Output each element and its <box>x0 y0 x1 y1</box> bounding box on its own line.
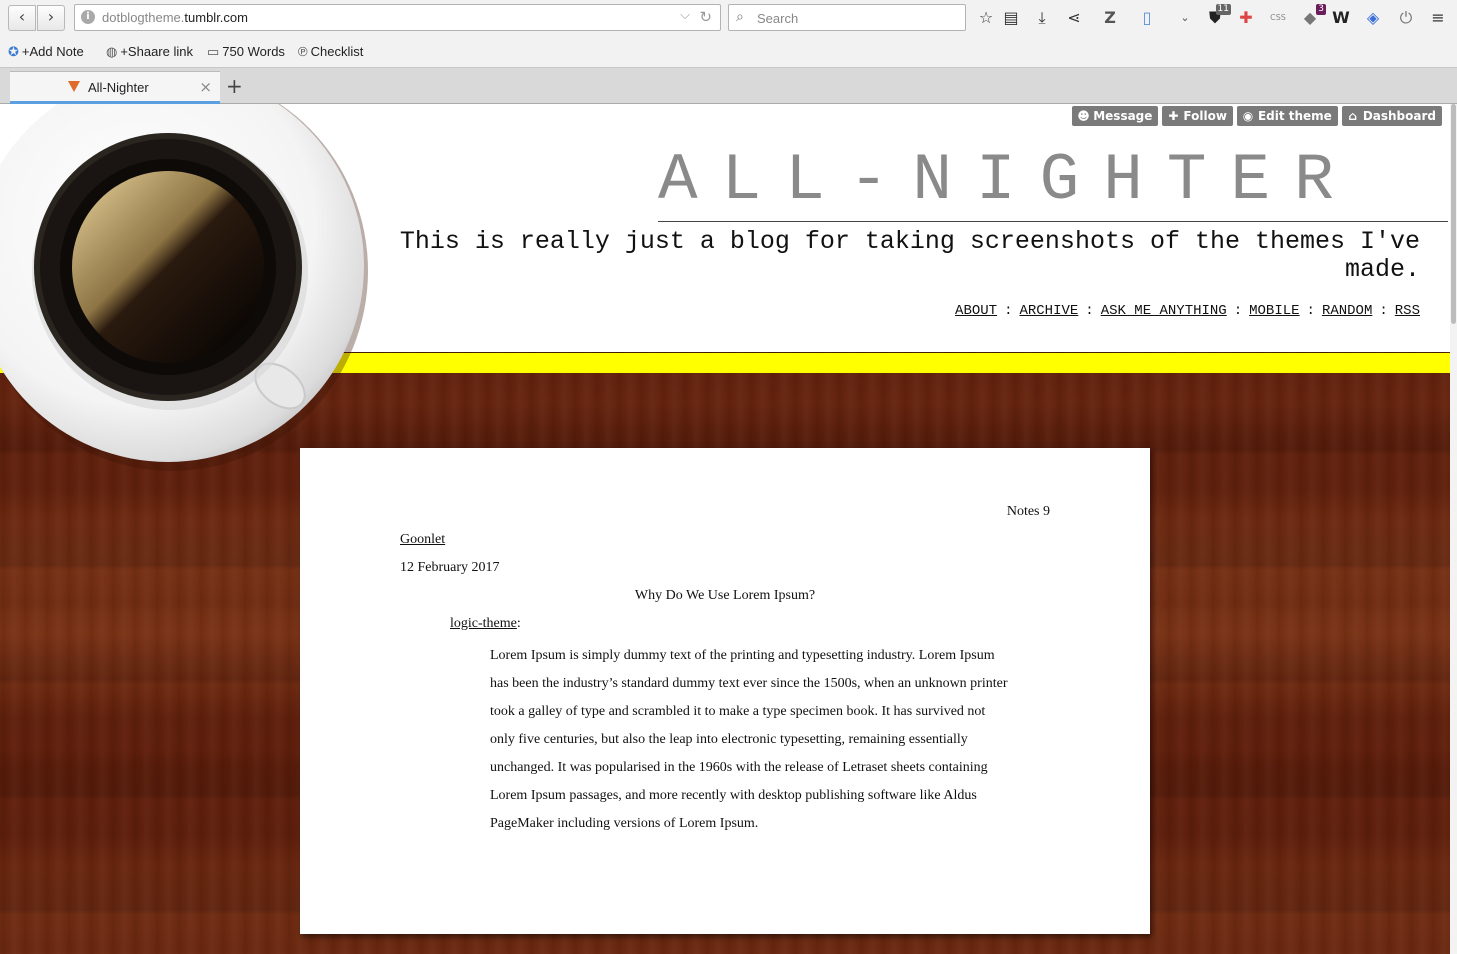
coffee-cup-image <box>0 104 368 471</box>
nav-separator: : <box>1233 303 1243 319</box>
nav-separator: : <box>1004 303 1013 319</box>
tab-title: All-Nighter <box>88 80 149 95</box>
bookmark-add-note[interactable]: ✪ +Add Note <box>8 44 84 60</box>
page-viewport: ☻ Message ✚ Follow ◉ Edit theme ⌂ Dashboard … <box>0 104 1450 954</box>
wordpress-icon[interactable]: W <box>1331 8 1351 28</box>
pinboard-icon: ℗ <box>298 44 308 59</box>
post-notes: Notes 9 <box>1007 504 1050 520</box>
scrollbar-thumb[interactable] <box>1451 104 1456 324</box>
nav-random-link[interactable]: RANDOM <box>1322 303 1372 319</box>
plus-icon: ✚ <box>1168 109 1179 123</box>
bookmark-750-words[interactable]: ▭ 750 Words <box>207 44 285 60</box>
eye-icon: ◉ <box>1242 109 1254 123</box>
bookmark-shaare-link[interactable]: ◍ +Shaare link <box>106 44 193 60</box>
power-icon[interactable]: ⏻ <box>1396 8 1416 28</box>
url-dropdown-icon[interactable]: ⌵ <box>680 8 690 23</box>
diamond-icon[interactable]: ◈ <box>1363 8 1383 28</box>
menu-icon[interactable]: ≡ <box>1428 8 1448 28</box>
css-icon[interactable]: CSS <box>1268 8 1288 28</box>
url-bar[interactable]: i dotblogtheme.tumblr.com ⌵ ↻ <box>74 4 721 31</box>
post-title: Why Do We Use Lorem Ipsum? <box>634 588 816 603</box>
blog-nav: ABOUT: ARCHIVE: ASK ME ANYTHING: MOBILE: RAN… <box>955 303 1420 319</box>
notification-badge: 3 <box>1316 4 1326 15</box>
tab-all-nighter[interactable]: All-Nighter × <box>10 71 220 104</box>
nav-ask-link[interactable]: ASK ME ANYTHING <box>1101 303 1227 319</box>
nav-separator: : <box>1379 303 1388 319</box>
blog-title[interactable]: ALL-NIGHTER <box>658 141 1448 222</box>
search-placeholder: Search <box>757 11 799 26</box>
nav-separator: : <box>1085 303 1094 319</box>
reading-list-icon[interactable]: ▤ <box>1001 8 1021 28</box>
reload-icon[interactable]: ↻ <box>699 8 712 26</box>
message-button[interactable]: ☻ Message <box>1072 106 1159 126</box>
close-icon[interactable]: × <box>199 78 212 96</box>
ublock-badge: 11 <box>1215 4 1231 15</box>
nav-mobile-link[interactable]: MOBILE <box>1249 303 1299 319</box>
notes-count-link[interactable]: 9 <box>1043 504 1050 519</box>
search-icon: ⌕ <box>736 9 744 25</box>
home-icon: ⌂ <box>1348 109 1358 123</box>
star-icon[interactable]: ☆ <box>976 8 996 28</box>
zotero-icon[interactable]: Z <box>1100 8 1120 28</box>
browser-navbar: ‹ › i dotblogtheme.tumblr.com ⌵ ↻ ⌕ Sear… <box>0 0 1457 36</box>
nav-archive-link[interactable]: ARCHIVE <box>1019 303 1078 319</box>
extension-icon[interactable]: ◆ 3 <box>1300 4 1326 28</box>
post-author-link[interactable]: Goonlet <box>400 532 445 548</box>
share-icon[interactable]: ⋖ <box>1064 8 1084 28</box>
blog-post: Notes 9 Goonlet 12 February 2017 Why Do … <box>300 448 1150 934</box>
pages-icon: ▭ <box>207 44 220 59</box>
page-scrollbar[interactable] <box>1450 104 1457 954</box>
reblog-source-link[interactable]: logic-theme <box>450 616 517 631</box>
chevron-down-icon[interactable]: ⌄ <box>1175 8 1195 28</box>
tumblr-controls: ☻ Message ✚ Follow ◉ Edit theme ⌂ Dashboard <box>1068 106 1442 126</box>
reblog-source: logic-theme: <box>450 616 521 632</box>
bookmarks-bar: ✪ +Add Note ◍ +Shaare link ▭ 750 Words ℗ Che… <box>0 36 1457 68</box>
post-date: 12 February 2017 <box>400 560 500 575</box>
nav-separator: : <box>1306 303 1315 319</box>
post-body: Lorem Ipsum is simply dummy text of the … <box>490 648 1008 831</box>
download-icon[interactable]: ⤓ <box>1032 8 1052 28</box>
info-icon[interactable]: i <box>81 10 95 24</box>
tab-strip: All-Nighter × + <box>0 68 1457 104</box>
add-note-icon: ✪ <box>8 44 19 59</box>
first-aid-icon[interactable]: ✚ <box>1236 8 1256 28</box>
document-icon[interactable]: ▯ <box>1137 8 1157 28</box>
follow-button[interactable]: ✚ Follow <box>1162 106 1233 126</box>
nav-about-link[interactable]: ABOUT <box>955 303 997 319</box>
pizza-favicon-icon <box>68 81 80 92</box>
search-input[interactable]: ⌕ Search <box>728 4 966 31</box>
nav-rss-link[interactable]: RSS <box>1395 303 1420 319</box>
url-text: dotblogtheme.tumblr.com <box>102 10 248 25</box>
dashboard-button[interactable]: ⌂ Dashboard <box>1341 106 1442 126</box>
smiley-icon: ☻ <box>1077 109 1090 123</box>
ublock-icon[interactable]: ⛊ 11 <box>1205 4 1231 28</box>
back-button[interactable]: ‹ <box>8 5 36 31</box>
new-tab-button[interactable]: + <box>226 74 243 98</box>
notes-label: Notes <box>1006 504 1040 519</box>
reblog-colon: : <box>516 616 521 631</box>
forward-button[interactable]: › <box>37 5 65 31</box>
shaarli-icon: ◍ <box>106 44 118 59</box>
bookmark-checklist[interactable]: ℗ Checklist <box>298 44 363 59</box>
blog-description: This is really just a blog for taking sc… <box>399 227 1420 284</box>
edit-theme-button[interactable]: ◉ Edit theme <box>1236 106 1338 126</box>
